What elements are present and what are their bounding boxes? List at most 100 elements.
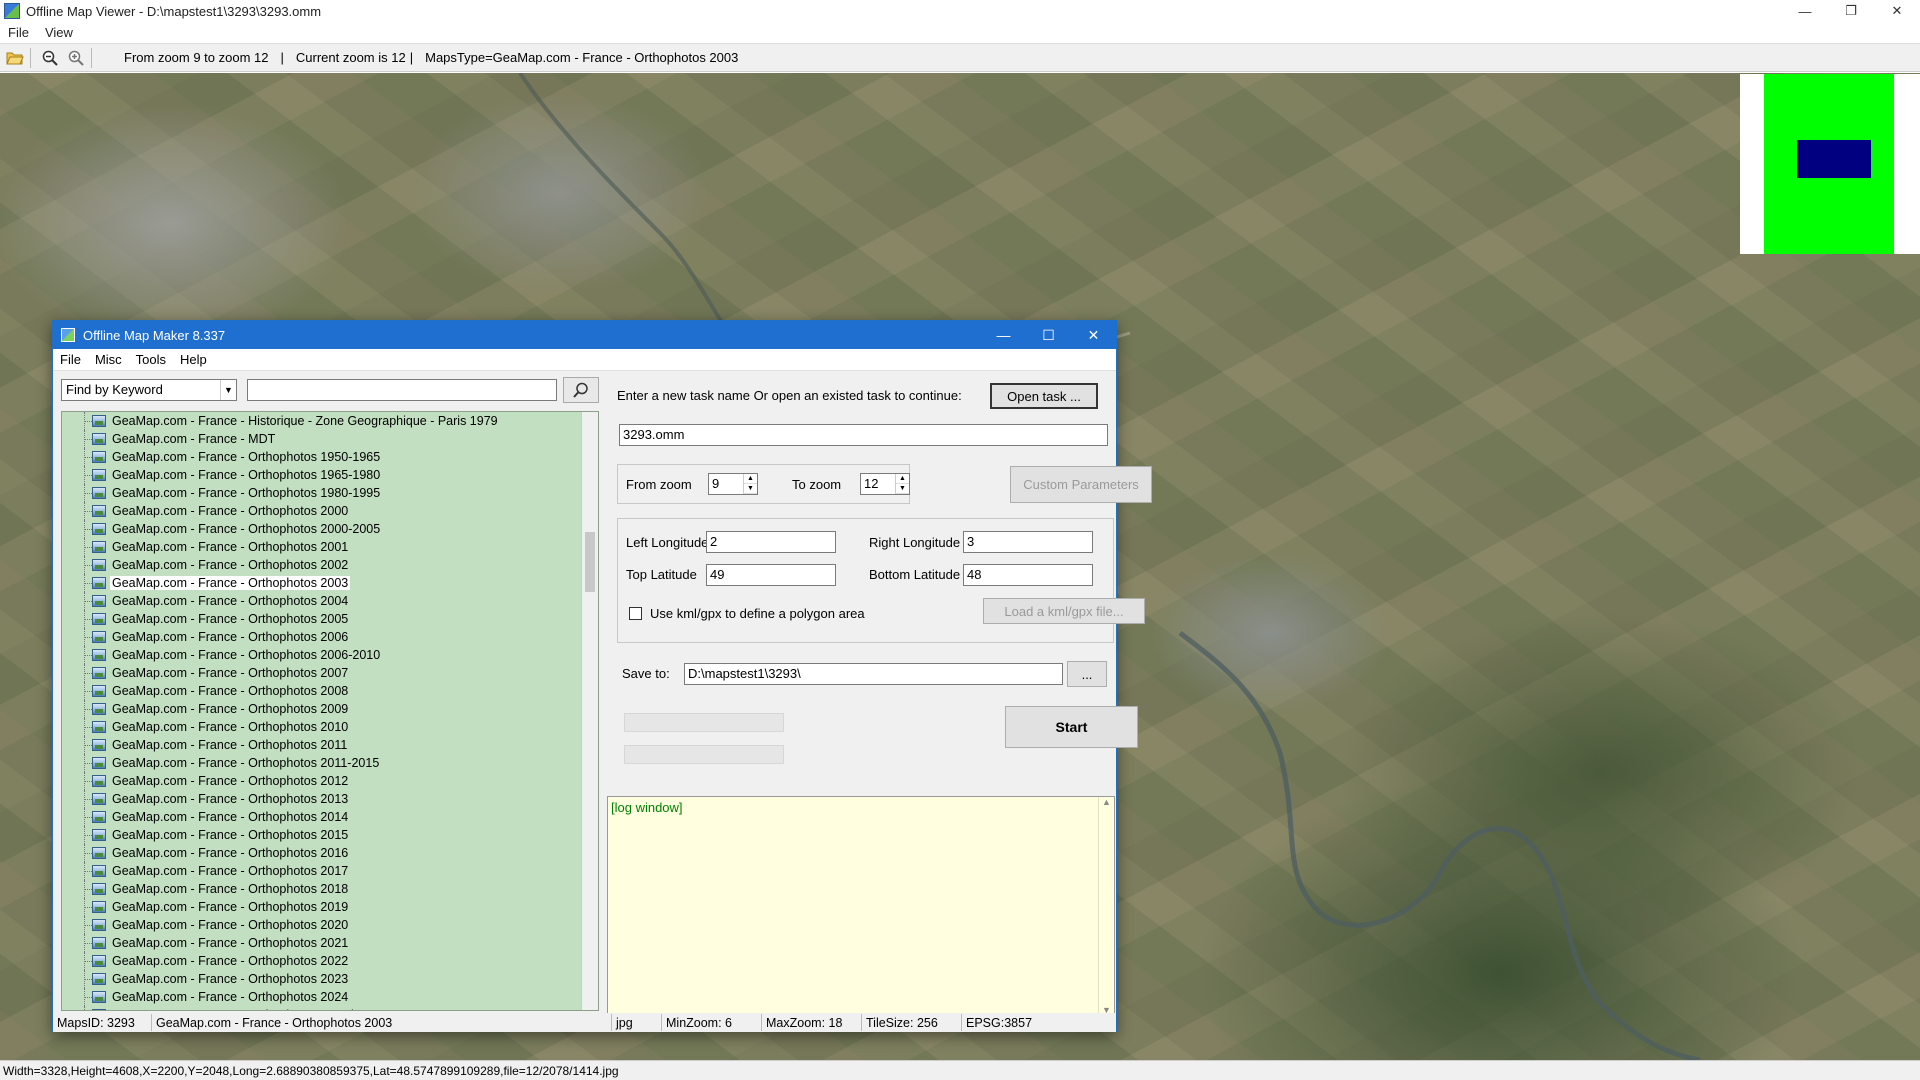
tree-item[interactable]: GeaMap.com - France - Historique - Zone …	[62, 412, 582, 430]
menu-file[interactable]: File	[0, 25, 37, 40]
viewer-toolbar: From zoom 9 to zoom 12 | Current zoom is…	[0, 43, 1920, 72]
start-button[interactable]: Start	[1005, 706, 1138, 748]
custom-parameters-button[interactable]: Custom Parameters	[1010, 466, 1152, 503]
tree-item[interactable]: GeaMap.com - France - Orthophotos 2000-2…	[62, 520, 582, 538]
tree-connector	[62, 502, 92, 520]
map-image-icon	[92, 721, 106, 733]
map-image-icon	[92, 775, 106, 787]
tree-item[interactable]: GeaMap.com - France - Orthophotos 1965-1…	[62, 466, 582, 484]
map-image-icon	[92, 595, 106, 607]
minimize-icon[interactable]: —	[1782, 0, 1828, 22]
chevron-down-icon[interactable]: ▼	[744, 484, 757, 494]
chevron-down-icon[interactable]: ▼	[220, 380, 236, 400]
tree-item-label: GeaMap.com - France - Orthophotos 2020	[112, 918, 349, 932]
tree-item[interactable]: GeaMap.com - France - Orthophotos 2018	[62, 880, 582, 898]
load-kml-button[interactable]: Load a kml/gpx file...	[983, 598, 1145, 624]
search-button[interactable]	[563, 377, 599, 403]
tree-item[interactable]: GeaMap.com - France - Orthophotos 2006-2…	[62, 646, 582, 664]
status-max-zoom: MaxZoom: 18	[762, 1014, 862, 1031]
tree-scrollbar[interactable]	[581, 412, 598, 1010]
tree-item[interactable]: GeaMap.com - France - Orthophotos 2021	[62, 934, 582, 952]
tree-item[interactable]: GeaMap.com - France - Orthophotos 2002	[62, 556, 582, 574]
tree-item[interactable]: GeaMap.com - France - Orthophotos 2009	[62, 700, 582, 718]
map-source-tree[interactable]: GeaMap.com - France - Historique - Zone …	[61, 411, 599, 1011]
tree-item[interactable]: GeaMap.com - France - Orthophotos 2007	[62, 664, 582, 682]
overview-viewport[interactable]	[1797, 140, 1871, 178]
tree-item[interactable]: GeaMap.com - France - Orthophotos 2005	[62, 610, 582, 628]
tree-item[interactable]: GeaMap.com - France - Orthophotos 2015	[62, 826, 582, 844]
restore-icon[interactable]: ❐	[1828, 0, 1874, 22]
tree-item[interactable]: GeaMap.com - France - Orthophotos 2004	[62, 592, 582, 610]
overview-minimap[interactable]	[1740, 74, 1920, 254]
tree-item[interactable]: GeaMap.com - France - Orthophotos 1950-1…	[62, 448, 582, 466]
tree-item[interactable]: GeaMap.com - France - Orthophotos 2013	[62, 790, 582, 808]
tree-item[interactable]: GeaMap.com - France - Orthophotos 2024	[62, 988, 582, 1006]
tree-item[interactable]: GeaMap.com - France - Orthophotos 2023	[62, 970, 582, 988]
task-prompt-label: Enter a new task name Or open an existed…	[617, 388, 962, 403]
browse-folder-button[interactable]: ...	[1067, 661, 1107, 687]
top-latitude-field[interactable]: 49	[706, 564, 836, 586]
open-task-button[interactable]: Open task ...	[990, 383, 1098, 409]
search-input[interactable]	[247, 379, 557, 401]
tree-item[interactable]: GeaMap.com - France - Orthophotos 2017	[62, 862, 582, 880]
dialog-titlebar[interactable]: Offline Map Maker 8.337 — ☐ ✕	[53, 321, 1116, 349]
use-kml-label: Use kml/gpx to define a polygon area	[650, 606, 865, 621]
tree-item[interactable]: GeaMap.com - France - Orthophotos 2011	[62, 736, 582, 754]
tree-item[interactable]: GeaMap.com - France - Orthophotos 2008	[62, 682, 582, 700]
tree-item[interactable]: GeaMap.com - France - Orthophotos 2003	[62, 574, 582, 592]
dialog-menu-misc[interactable]: Misc	[88, 352, 129, 367]
zoom-in-icon[interactable]	[65, 47, 87, 69]
zoom-out-icon[interactable]	[39, 47, 61, 69]
chevron-up-icon[interactable]: ▲	[896, 474, 909, 484]
tree-item-label: GeaMap.com - France - Orthophotos 2001	[112, 540, 349, 554]
tree-item-label: GeaMap.com - France - Orthophotos 2014	[112, 810, 349, 824]
bottom-latitude-field[interactable]: 48	[963, 564, 1093, 586]
log-scrollbar[interactable]: ▲ ▼	[1098, 797, 1114, 1015]
to-zoom-stepper[interactable]: 12 ▲ ▼	[860, 473, 910, 495]
tree-item[interactable]: GeaMap.com - France - Orthophotos 1980-1…	[62, 484, 582, 502]
task-name-field[interactable]: 3293.omm	[619, 424, 1108, 446]
tree-item[interactable]: GeaMap.com - France - Orthophotos 2000	[62, 502, 582, 520]
tree-connector	[62, 700, 92, 718]
tree-item[interactable]: GeaMap.com - France - Orthophotos actuel	[62, 1006, 582, 1010]
tree-item[interactable]: GeaMap.com - France - Orthophotos 2006	[62, 628, 582, 646]
tree-item[interactable]: GeaMap.com - France - Orthophotos 2012	[62, 772, 582, 790]
tree-item[interactable]: GeaMap.com - France - Orthophotos 2010	[62, 718, 582, 736]
find-mode-select[interactable]: Find by Keyword ▼	[61, 379, 237, 401]
dialog-minimize-icon[interactable]: —	[981, 321, 1026, 349]
tree-item[interactable]: GeaMap.com - France - Orthophotos 2019	[62, 898, 582, 916]
tree-item[interactable]: GeaMap.com - France - Orthophotos 2014	[62, 808, 582, 826]
tree-item[interactable]: GeaMap.com - France - Orthophotos 2001	[62, 538, 582, 556]
open-folder-icon[interactable]	[4, 47, 26, 69]
use-kml-checkbox[interactable]	[629, 607, 642, 620]
find-mode-value: Find by Keyword	[66, 382, 163, 397]
tree-item[interactable]: GeaMap.com - France - Orthophotos 2016	[62, 844, 582, 862]
chevron-down-icon[interactable]: ▼	[896, 484, 909, 494]
dialog-menu-tools[interactable]: Tools	[129, 352, 173, 367]
dialog-maximize-icon[interactable]: ☐	[1026, 321, 1071, 349]
tree-item[interactable]: GeaMap.com - France - Orthophotos 2022	[62, 952, 582, 970]
tree-item[interactable]: GeaMap.com - France - MDT	[62, 430, 582, 448]
dialog-menu-file[interactable]: File	[53, 352, 88, 367]
right-longitude-field[interactable]: 3	[963, 531, 1093, 553]
tree-item-label: GeaMap.com - France - Orthophotos 2000	[112, 504, 349, 518]
dialog-close-icon[interactable]: ✕	[1071, 321, 1116, 349]
tree-item-label: GeaMap.com - France - Orthophotos 2013	[112, 792, 349, 806]
tree-connector	[62, 448, 92, 466]
save-to-field[interactable]: D:\mapstest1\3293\	[684, 663, 1063, 685]
from-zoom-value: 9	[712, 476, 720, 491]
menu-view[interactable]: View	[37, 25, 81, 40]
tree-item[interactable]: GeaMap.com - France - Orthophotos 2011-2…	[62, 754, 582, 772]
tree-item[interactable]: GeaMap.com - France - Orthophotos 2020	[62, 916, 582, 934]
tree-connector	[62, 628, 92, 646]
tree-item-label: GeaMap.com - France - Orthophotos 2004	[112, 594, 349, 608]
dialog-menu-help[interactable]: Help	[173, 352, 214, 367]
tree-connector	[62, 970, 92, 988]
close-icon[interactable]: ✕	[1874, 0, 1920, 22]
log-window[interactable]: [log window] ▲ ▼	[607, 796, 1115, 1016]
chevron-up-icon[interactable]: ▲	[1102, 797, 1111, 807]
chevron-up-icon[interactable]: ▲	[744, 474, 757, 484]
tree-scrollbar-thumb[interactable]	[585, 532, 595, 592]
from-zoom-stepper[interactable]: 9 ▲ ▼	[708, 473, 758, 495]
left-longitude-field[interactable]: 2	[706, 531, 836, 553]
